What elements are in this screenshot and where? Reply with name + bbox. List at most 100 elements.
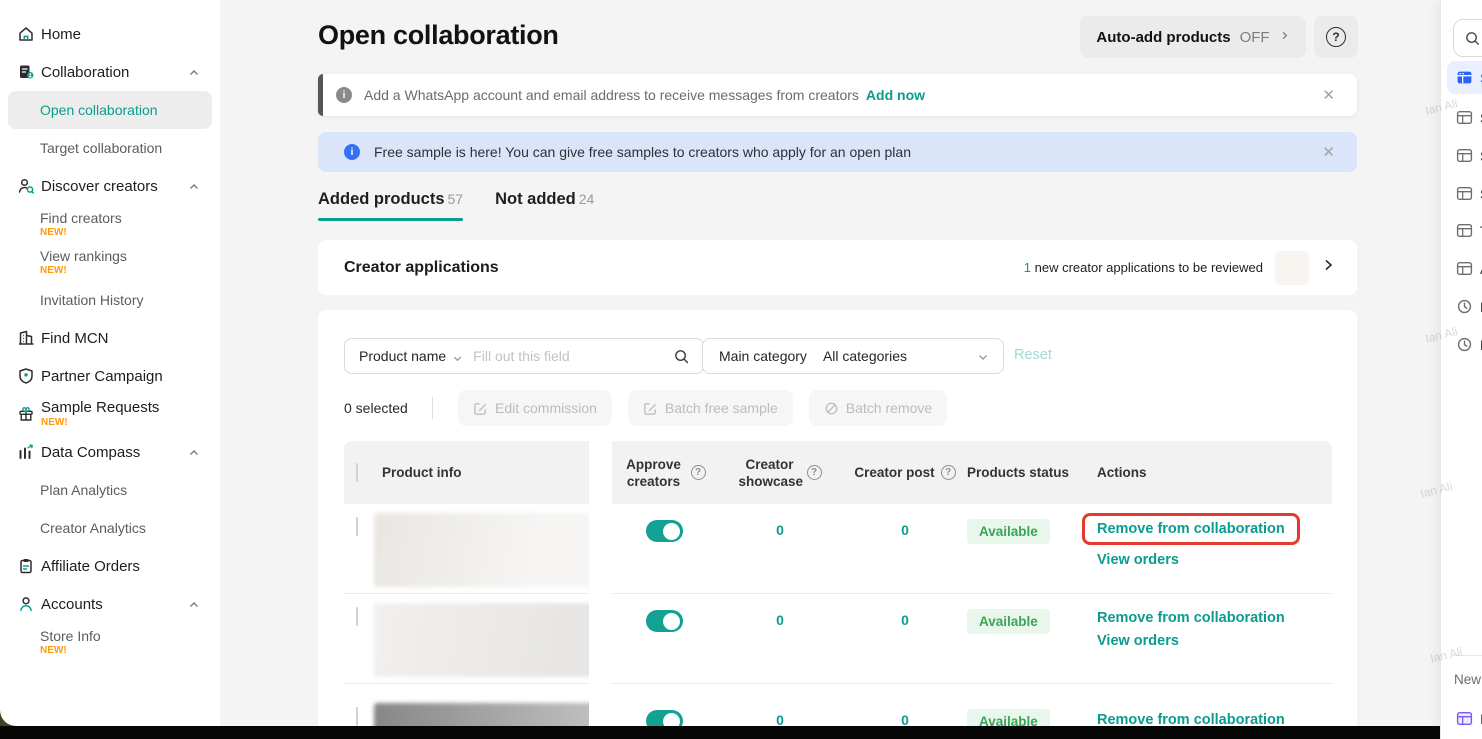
- panel-item[interactable]: S: [1447, 101, 1482, 134]
- sidebar-item-open-collaboration[interactable]: Open collaboration: [8, 91, 212, 129]
- row-checkbox[interactable]: [356, 607, 358, 626]
- building-icon: [17, 329, 35, 347]
- chevron-right-icon: [1279, 28, 1290, 46]
- panel-item[interactable]: D: [1447, 290, 1482, 323]
- auto-add-label: Auto-add products: [1096, 29, 1230, 46]
- row-checkbox[interactable]: [356, 517, 358, 536]
- question-icon[interactable]: ?: [941, 465, 956, 480]
- col-creator-post: Creator post ?: [848, 465, 962, 480]
- window-bottom-bar: [0, 726, 1440, 739]
- product-search-group: Product name: [344, 338, 704, 374]
- creator-avatar: [1275, 251, 1309, 285]
- remove-from-collaboration-link[interactable]: Remove from collaboration: [1097, 521, 1285, 537]
- select-all-checkbox[interactable]: [356, 463, 358, 482]
- table-header: Product info Approve creators ? Creator …: [344, 441, 1332, 504]
- product-tabs: Added products 57 Not added 24: [318, 190, 594, 221]
- tab-not-added[interactable]: Not added 24: [495, 190, 594, 221]
- clock-history-icon: [1456, 336, 1473, 353]
- sidebar-item-label: Sample Requests: [41, 399, 159, 416]
- sidebar-item-data-compass[interactable]: Data Compass: [0, 433, 220, 471]
- search-input[interactable]: [473, 348, 669, 364]
- sidebar-item-label: Invitation History: [40, 292, 220, 308]
- creator-showcase-value: 0: [712, 684, 848, 728]
- view-orders-link[interactable]: View orders: [1097, 552, 1179, 568]
- approve-creators-toggle[interactable]: [646, 520, 683, 542]
- view-orders-link[interactable]: View orders: [1097, 633, 1179, 649]
- panel-item[interactable]: D: [1447, 328, 1482, 361]
- search-field-selector[interactable]: Product name: [359, 348, 446, 364]
- question-icon[interactable]: ?: [807, 465, 822, 480]
- sidebar-item-invitation-history[interactable]: Invitation History: [0, 281, 220, 319]
- sidebar-item-sample-requests[interactable]: Sample Requests NEW!: [0, 395, 220, 433]
- approve-creators-toggle[interactable]: [646, 610, 683, 632]
- auto-add-products-button[interactable]: Auto-add products OFF: [1080, 16, 1306, 58]
- sidebar-item-label: Store Info: [40, 628, 220, 644]
- col-products-status: Products status: [962, 465, 1090, 480]
- page-title: Open collaboration: [318, 20, 559, 51]
- row-checkbox[interactable]: [356, 707, 358, 726]
- remove-from-collaboration-link[interactable]: Remove from collaboration: [1097, 610, 1285, 626]
- question-icon[interactable]: ?: [691, 465, 706, 480]
- panel-item[interactable]: A: [1447, 252, 1482, 285]
- chevron-right-icon[interactable]: [1321, 258, 1335, 277]
- category-select[interactable]: Main category All categories: [702, 338, 1004, 374]
- panel-item[interactable]: S: [1447, 61, 1482, 94]
- creator-applications-card[interactable]: Creator applications 1 new creator appli…: [318, 240, 1357, 295]
- sidebar-item-label: Collaboration: [41, 64, 129, 81]
- edit-icon: [643, 401, 658, 416]
- sidebar-item-find-mcn[interactable]: Find MCN: [0, 319, 220, 357]
- chevron-up-icon[interactable]: [188, 446, 200, 458]
- panel-item[interactable]: T: [1447, 214, 1482, 247]
- sidebar-item-label: Partner Campaign: [41, 368, 163, 385]
- batch-actions-row: 0 selected Edit commission Batch free sa…: [344, 390, 963, 426]
- sidebar-item-label: Data Compass: [41, 444, 140, 461]
- close-icon[interactable]: ✕: [1322, 143, 1335, 161]
- close-icon[interactable]: ✕: [1322, 86, 1335, 104]
- button-label: Edit commission: [495, 400, 597, 416]
- whatsapp-banner-text: Add a WhatsApp account and email address…: [364, 87, 859, 103]
- sidebar-item-creator-analytics[interactable]: Creator Analytics: [0, 509, 220, 547]
- sidebar-item-view-rankings[interactable]: View rankings NEW!: [0, 243, 220, 281]
- table-row: 0 0 Available Remove from collaboration …: [344, 594, 1332, 684]
- tab-count: 57: [448, 191, 464, 207]
- product-image: [374, 603, 602, 677]
- reset-button[interactable]: Reset: [1014, 347, 1052, 363]
- sidebar-item-label: Creator Analytics: [40, 520, 220, 536]
- sidebar-item-partner-campaign[interactable]: Partner Campaign: [0, 357, 220, 395]
- sidebar-item-home[interactable]: Home: [0, 15, 220, 53]
- sidebar-item-accounts[interactable]: Accounts: [0, 585, 220, 623]
- chevron-up-icon[interactable]: [188, 66, 200, 78]
- creator-post-value: 0: [848, 684, 962, 728]
- edit-commission-button[interactable]: Edit commission: [458, 390, 612, 426]
- add-now-link[interactable]: Add now: [866, 87, 925, 103]
- search-icon[interactable]: [673, 348, 690, 365]
- batch-remove-button[interactable]: Batch remove: [809, 390, 947, 426]
- sidebar-item-target-collaboration[interactable]: Target collaboration: [0, 129, 220, 167]
- chevron-up-icon[interactable]: [188, 598, 200, 610]
- panel-item[interactable]: S: [1447, 139, 1482, 172]
- sidebar-item-discover-creators[interactable]: Discover creators: [0, 167, 220, 205]
- chevron-down-icon[interactable]: [452, 351, 463, 362]
- help-button[interactable]: ?: [1314, 16, 1358, 58]
- sidebar-item-affiliate-orders[interactable]: Affiliate Orders: [0, 547, 220, 585]
- panel-search-box[interactable]: [1453, 19, 1482, 57]
- chevron-down-icon: [977, 350, 989, 362]
- sidebar-item-find-creators[interactable]: Find creators NEW!: [0, 205, 220, 243]
- chevron-up-icon[interactable]: [188, 180, 200, 192]
- col-creator-showcase: Creator showcase ?: [712, 456, 848, 490]
- panel-item[interactable]: I: [1447, 702, 1482, 735]
- sidebar-item-collaboration[interactable]: Collaboration: [0, 53, 220, 91]
- col-product-info: Product info: [374, 465, 616, 480]
- person-icon: [17, 595, 35, 613]
- applications-notice: 1 new creator applications to be reviewe…: [1024, 260, 1263, 275]
- panel-item[interactable]: S: [1447, 177, 1482, 210]
- sidebar-item-store-info[interactable]: Store Info NEW!: [0, 623, 220, 661]
- tab-added-products[interactable]: Added products 57: [318, 190, 463, 221]
- auto-add-state: OFF: [1240, 29, 1270, 46]
- sidebar-item-label: Discover creators: [41, 178, 158, 195]
- batch-free-sample-button[interactable]: Batch free sample: [628, 390, 793, 426]
- sidebar-item-plan-analytics[interactable]: Plan Analytics: [0, 471, 220, 509]
- app-window: Home Collaboration Open collaboration Ta…: [0, 0, 1482, 739]
- collaboration-icon: [17, 63, 35, 81]
- creator-showcase-value: 0: [712, 504, 848, 538]
